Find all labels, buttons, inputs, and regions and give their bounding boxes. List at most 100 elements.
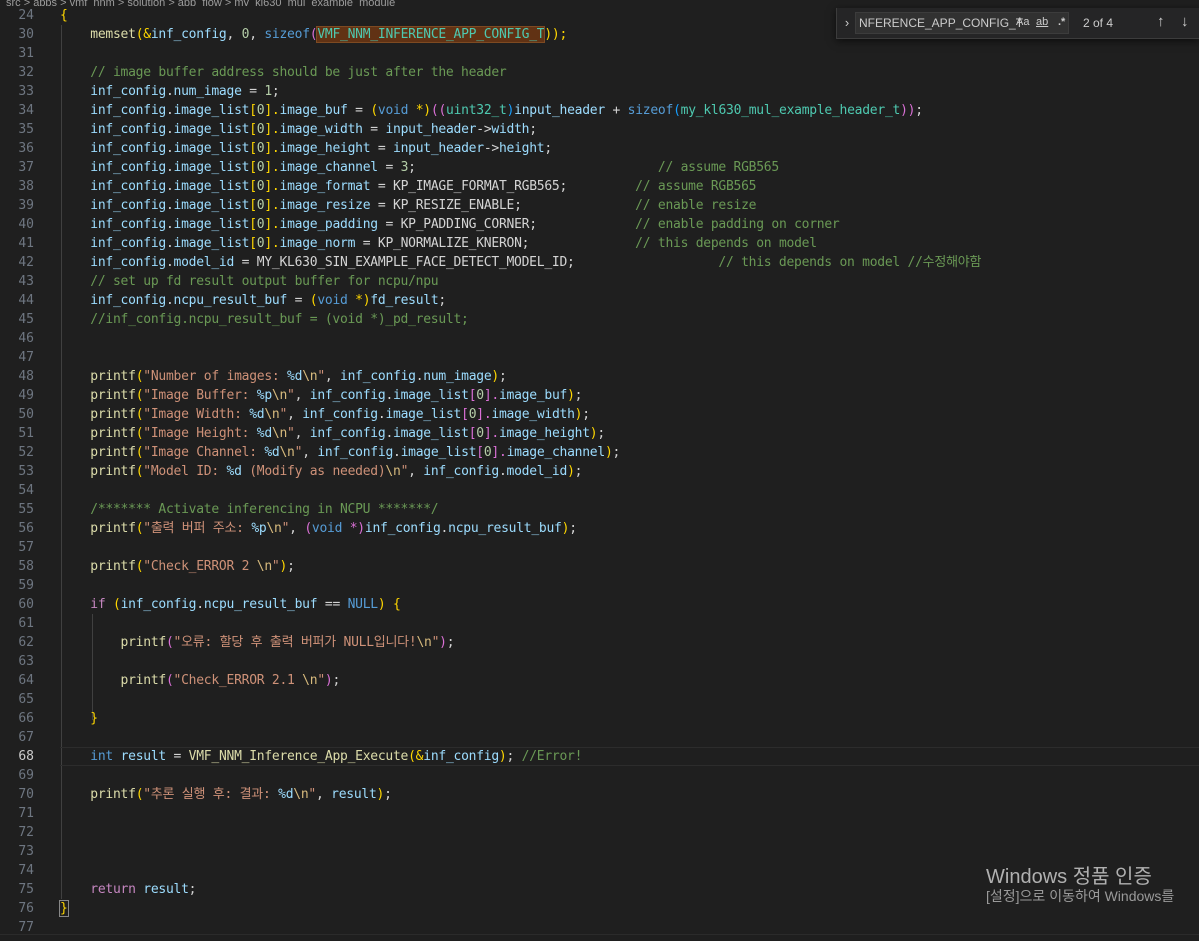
code-token: void bbox=[311, 521, 343, 536]
find-match-highlight: VMF_NNM_INFERENCE_APP_CONFIG_T bbox=[316, 26, 546, 43]
code-token: ]. bbox=[483, 388, 499, 403]
code-token: = bbox=[234, 255, 257, 270]
code-token: \n bbox=[416, 635, 432, 650]
chevron-right-icon[interactable]: › bbox=[841, 15, 853, 30]
code-token: model_id bbox=[506, 464, 568, 479]
code-line: 44 inf_config.ncpu_result_buf = (void *)… bbox=[0, 291, 1199, 310]
code-line: 51 printf("Image Height: %d\n", inf_conf… bbox=[0, 424, 1199, 443]
code-token: ]. bbox=[264, 103, 280, 118]
code-token: ) bbox=[377, 597, 394, 612]
code-token: ; bbox=[529, 217, 537, 232]
code-token: -> bbox=[476, 122, 492, 137]
arrow-down-icon[interactable]: ↓ bbox=[1181, 13, 1189, 30]
code-token: " bbox=[317, 369, 325, 384]
arrow-up-icon[interactable]: ↑ bbox=[1157, 13, 1165, 30]
code-token: ncpu_result_buf bbox=[173, 293, 288, 308]
code-token: . bbox=[393, 445, 401, 460]
code-token: inf_config bbox=[90, 236, 166, 251]
code-editor[interactable]: 24 { 30 memset(&inf_config, 0, sizeof(VM… bbox=[0, 6, 1199, 934]
code-token: my_kl630_mul_example_header_t bbox=[680, 103, 901, 118]
code-token: . bbox=[165, 255, 174, 270]
code-token: " bbox=[308, 787, 316, 802]
code-token: inf_config bbox=[90, 84, 166, 99]
code-token: . bbox=[165, 179, 174, 194]
line-number: 68 bbox=[18, 749, 34, 764]
code-token: = bbox=[377, 217, 401, 232]
line-number: 62 bbox=[18, 635, 34, 650]
code-line: 66 } bbox=[0, 709, 1199, 728]
code-token: [ bbox=[249, 160, 257, 175]
code-token: . bbox=[165, 141, 174, 156]
line-number: 24 bbox=[18, 8, 34, 23]
code-token: inf_config bbox=[90, 217, 166, 232]
code-token: printf bbox=[90, 521, 136, 536]
code-token: , bbox=[249, 27, 265, 42]
code-line: 64 printf("Check_ERROR 2.1 \n"); bbox=[0, 671, 1199, 690]
code-token: \n bbox=[256, 559, 272, 574]
code-token: . bbox=[196, 597, 204, 612]
brace: } bbox=[59, 900, 69, 917]
code-token: sizeof bbox=[264, 27, 310, 42]
line-number: 30 bbox=[18, 27, 34, 42]
code-token: ( bbox=[165, 635, 174, 650]
code-token: \n bbox=[271, 388, 288, 403]
code-token: , bbox=[226, 27, 242, 42]
code-token: ) bbox=[498, 749, 507, 764]
code-token: ; bbox=[438, 293, 446, 308]
code-token: ; bbox=[574, 388, 583, 403]
code-token: = bbox=[355, 236, 378, 251]
code-token: "Check_ERROR 2.1 bbox=[173, 673, 303, 688]
code-token: [ bbox=[249, 141, 257, 156]
code-token: *) bbox=[342, 521, 365, 536]
code-token: ) bbox=[567, 464, 575, 479]
match-case-toggle[interactable]: Aa bbox=[1016, 16, 1029, 28]
code-token: . bbox=[385, 426, 394, 441]
code-token: memset bbox=[90, 27, 136, 42]
code-token: = bbox=[165, 749, 189, 764]
code-token: image_list bbox=[173, 141, 250, 156]
code-line: 32 // image buffer address should be jus… bbox=[0, 63, 1199, 82]
code-token: = bbox=[370, 179, 394, 194]
regex-toggle[interactable]: .* bbox=[1058, 16, 1065, 28]
code-token: inf_config bbox=[90, 122, 166, 137]
code-token: image_width bbox=[279, 122, 363, 137]
code-token: ( bbox=[105, 597, 121, 612]
find-input-value: NFERENCE_APP_CONFIG_T bbox=[859, 16, 1024, 30]
find-widget: › NFERENCE_APP_CONFIG_T Aa ab .* 2 of 4 … bbox=[836, 8, 1199, 39]
code-token: image_channel bbox=[279, 160, 379, 175]
code-token: [ bbox=[249, 198, 257, 213]
code-token: KP_PADDING_CORNER bbox=[400, 217, 530, 232]
code-token: VMF_NNM_Inference_App_Execute bbox=[188, 749, 409, 764]
code-token: ; bbox=[544, 141, 552, 156]
code-token: . bbox=[165, 236, 174, 251]
code-token: inf_config bbox=[423, 749, 499, 764]
code-token: %d bbox=[226, 464, 242, 479]
code-line: 34 inf_config.image_list[0].image_buf = … bbox=[0, 101, 1199, 120]
code-line: 46 bbox=[0, 329, 1199, 348]
code-line: 48 printf("Number of images: %d\n", inf_… bbox=[0, 367, 1199, 386]
line-number: 77 bbox=[18, 920, 34, 934]
code-token: " bbox=[287, 426, 295, 441]
code-token: image_channel bbox=[506, 445, 606, 460]
code-token: image_list bbox=[173, 103, 250, 118]
code-token: if bbox=[90, 597, 106, 612]
line-number: 69 bbox=[18, 768, 34, 783]
code-line: 47 bbox=[0, 348, 1199, 367]
line-number: 34 bbox=[18, 103, 34, 118]
code-token: *) bbox=[347, 293, 371, 308]
code-token: [ bbox=[476, 445, 484, 460]
code-token: (& bbox=[135, 27, 151, 42]
line-number: 49 bbox=[18, 388, 34, 403]
activation-watermark-subtitle: [설정]으로 이동하여 Windows를 bbox=[986, 888, 1175, 904]
code-token: = bbox=[370, 141, 394, 156]
code-line: 72 bbox=[0, 823, 1199, 842]
code-token: inf_config bbox=[364, 521, 441, 536]
code-token: "Number of images: bbox=[143, 369, 288, 384]
whole-word-toggle[interactable]: ab bbox=[1036, 16, 1048, 28]
code-token: NULL bbox=[347, 597, 379, 612]
